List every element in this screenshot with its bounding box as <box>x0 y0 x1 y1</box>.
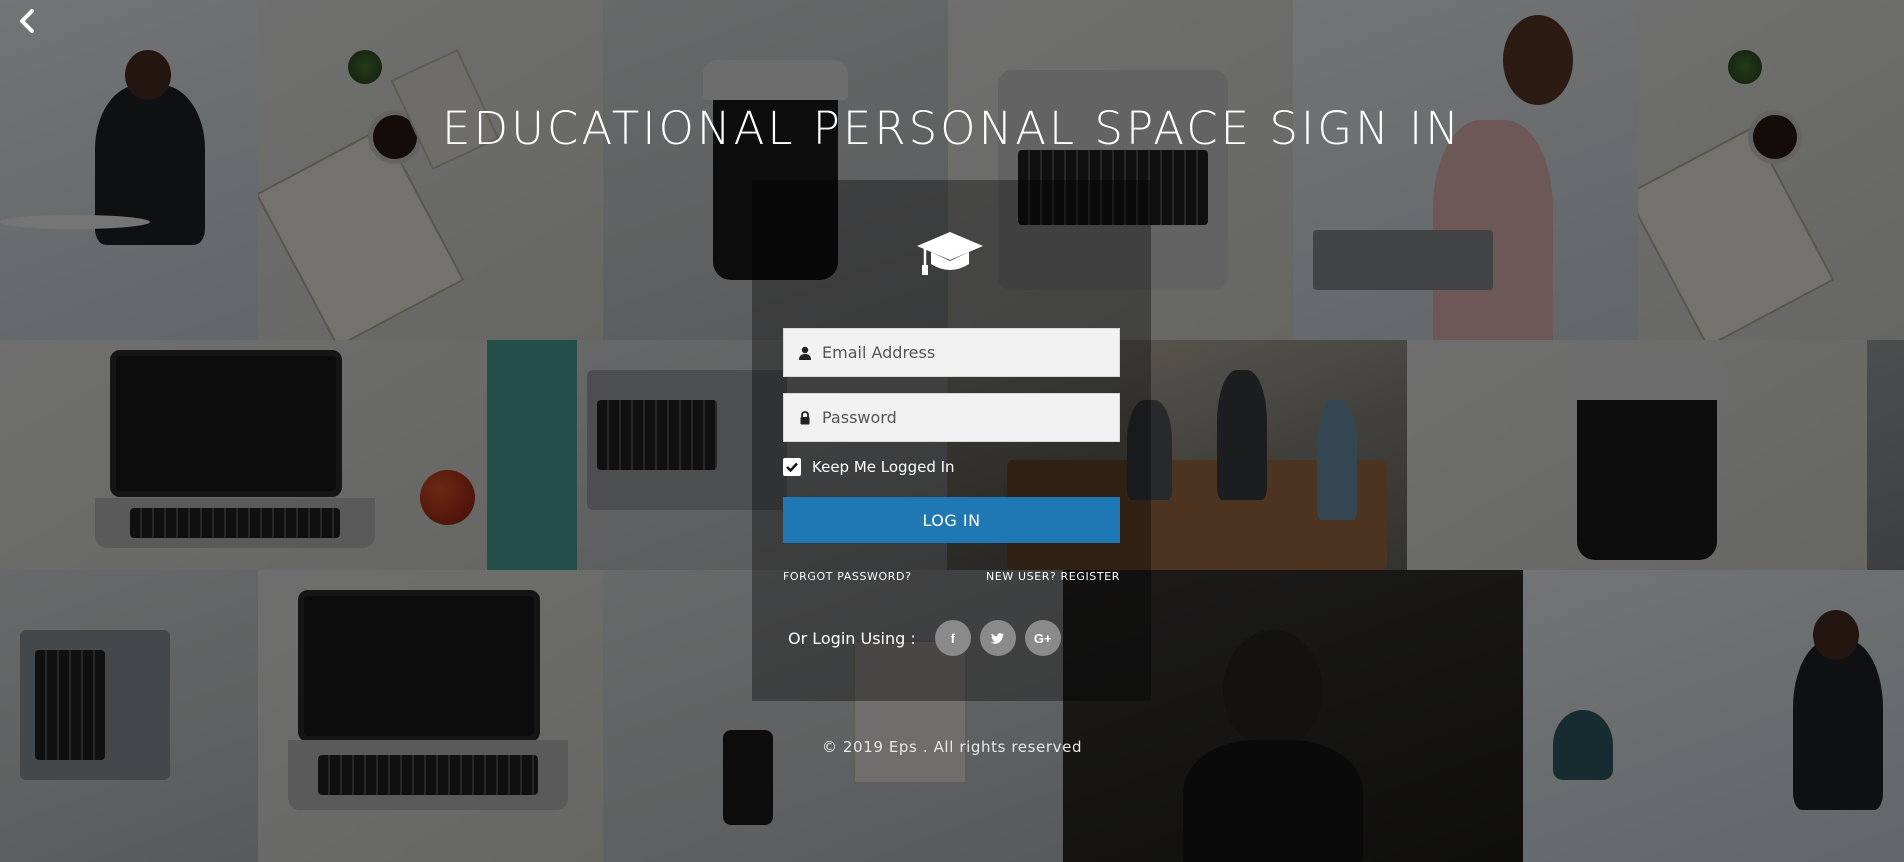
keep-logged-in-label: Keep Me Logged In <box>812 458 955 476</box>
login-button[interactable]: LOG IN <box>783 497 1120 543</box>
checkmark-icon <box>786 462 798 472</box>
password-input[interactable] <box>822 408 1119 427</box>
register-link[interactable]: NEW USER? REGISTER <box>986 570 1120 583</box>
chevron-left-icon <box>20 9 34 33</box>
social-login-label: Or Login Using : <box>788 628 916 648</box>
keep-logged-in-option[interactable]: Keep Me Logged In <box>783 458 955 476</box>
login-panel: Keep Me Logged In LOG IN FORGOT PASSWORD… <box>752 180 1151 701</box>
social-login-row: Or Login Using : f G+ <box>788 620 1061 656</box>
lock-icon <box>800 410 810 424</box>
twitter-login-button[interactable] <box>979 620 1016 656</box>
back-button[interactable] <box>12 6 42 36</box>
twitter-icon <box>991 632 1005 644</box>
facebook-login-button[interactable]: f <box>934 620 971 656</box>
google-plus-login-button[interactable]: G+ <box>1024 620 1061 656</box>
forgot-password-link[interactable]: FORGOT PASSWORD? <box>783 570 912 583</box>
password-field[interactable] <box>783 393 1120 442</box>
google-plus-icon: G+ <box>1033 630 1052 646</box>
email-input[interactable] <box>822 343 1119 362</box>
page-title: EDUCATIONAL PERSONAL SPACE SIGN IN <box>442 102 1462 155</box>
facebook-icon: f <box>950 630 955 646</box>
user-icon <box>799 346 811 360</box>
footer-copyright: © 2019 Eps . All rights reserved <box>821 738 1083 756</box>
graduation-cap-icon <box>917 232 983 275</box>
email-field[interactable] <box>783 328 1120 377</box>
keep-logged-in-checkbox[interactable] <box>783 458 801 476</box>
